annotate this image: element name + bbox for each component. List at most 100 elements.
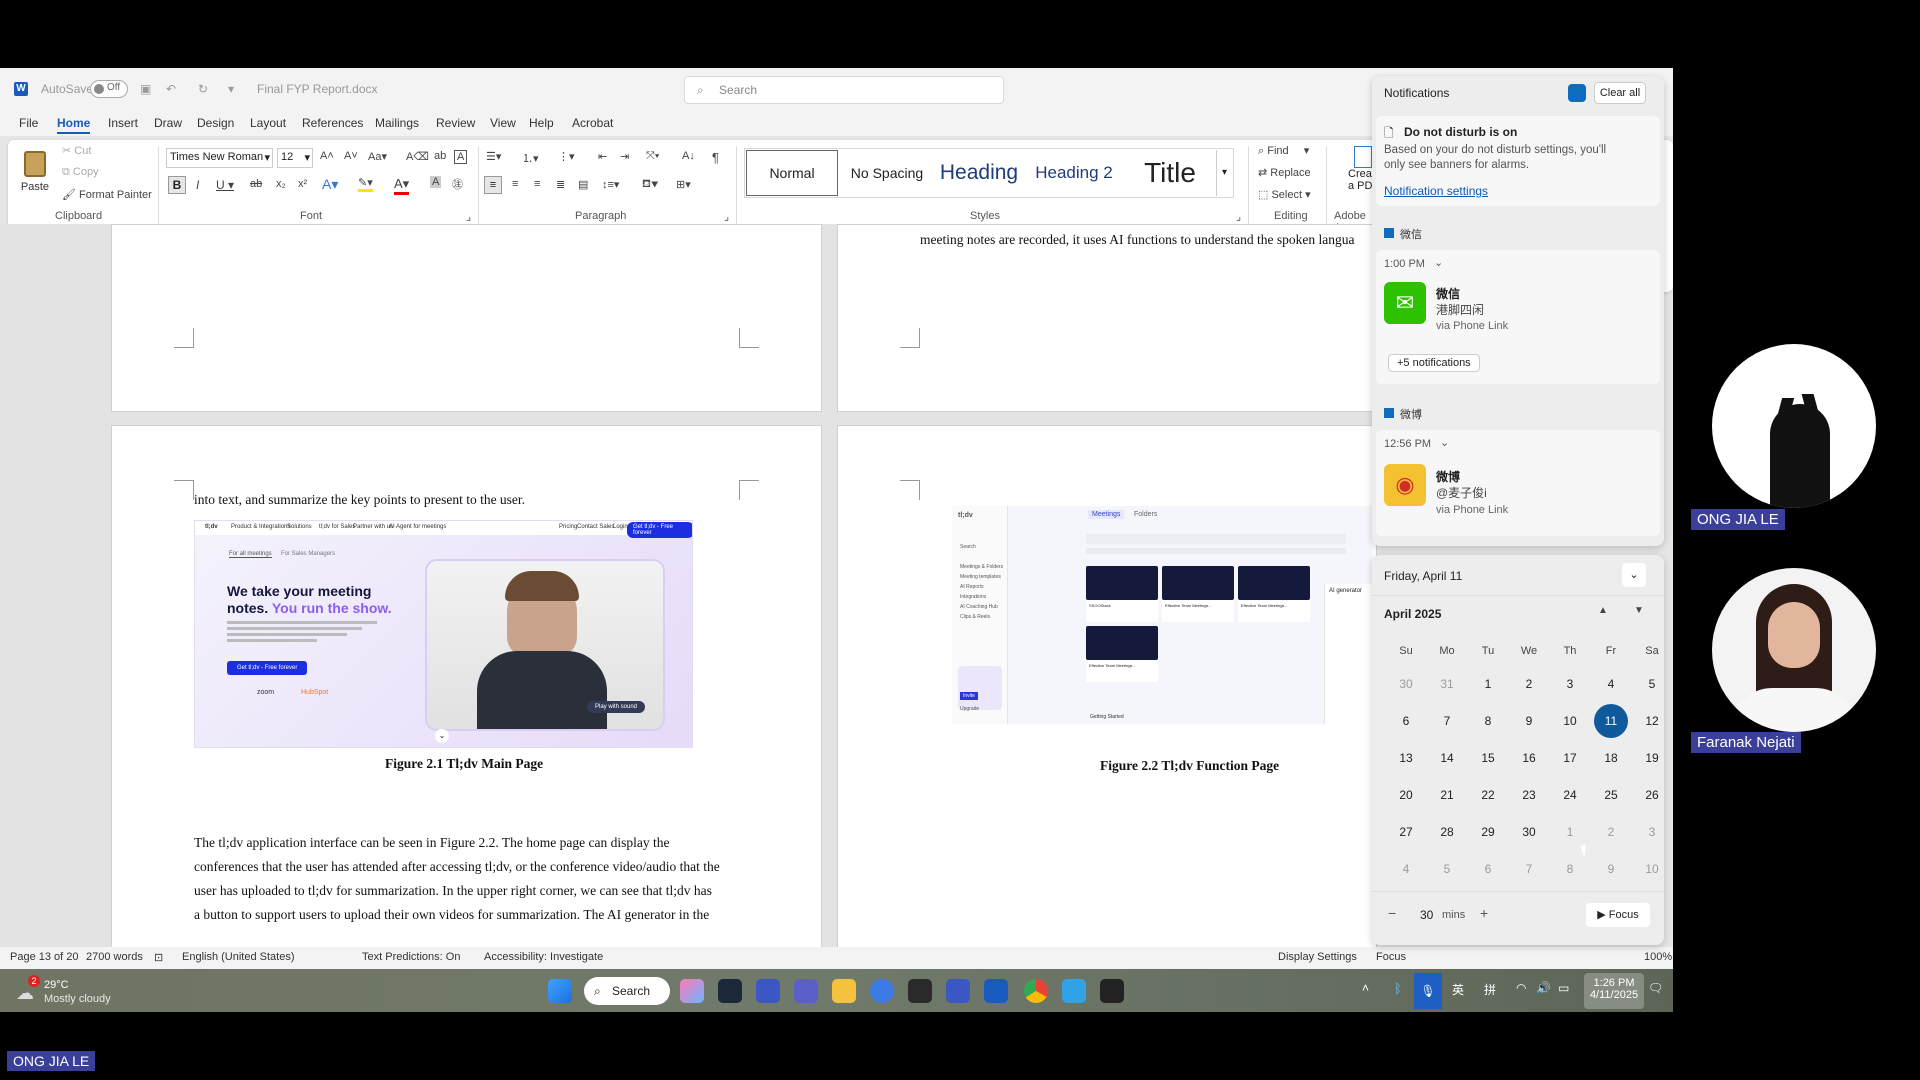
text-effects-icon[interactable]: A▾ xyxy=(322,176,338,193)
proofing-icon[interactable]: ⊡ xyxy=(154,951,163,964)
chevron-down-icon[interactable]: ⌄ xyxy=(1434,256,1443,269)
app2-icon[interactable] xyxy=(946,979,970,1003)
app-icon[interactable] xyxy=(756,979,780,1003)
bold-button[interactable]: B xyxy=(168,176,186,194)
calendar-day[interactable]: 28 xyxy=(1427,817,1467,847)
increase-indent-icon[interactable]: ⇥ xyxy=(620,150,629,163)
shading-bucket-icon[interactable]: ⛾▾ xyxy=(642,178,658,192)
calendar-month[interactable]: April 2025 xyxy=(1384,607,1441,621)
distributed-icon[interactable]: ▤ xyxy=(578,178,588,191)
align-left-icon[interactable]: ≡ xyxy=(484,176,502,194)
decrease-focus-time-button[interactable]: − xyxy=(1388,905,1396,921)
language-indicator[interactable]: English (United States) xyxy=(182,951,295,963)
calendar-day[interactable]: 20 xyxy=(1386,780,1426,810)
calendar-day[interactable]: 8 xyxy=(1550,854,1590,884)
wifi-icon[interactable]: ◠ xyxy=(1516,981,1526,995)
calendar-day[interactable]: 2 xyxy=(1591,817,1631,847)
calendar-day[interactable]: 6 xyxy=(1386,706,1426,736)
style-normal[interactable]: Normal xyxy=(746,150,838,196)
asian-layout-icon[interactable]: ⤧▾ xyxy=(646,150,659,163)
calendar-day[interactable]: 10 xyxy=(1632,854,1672,884)
weibo-notification[interactable]: 12:56 PM ⌄ ◉ 微博 @麦子俊i via Phone Link xyxy=(1376,430,1660,536)
chevron-down-icon[interactable]: ⌄ xyxy=(1440,436,1449,449)
calendar-day[interactable]: 13 xyxy=(1386,743,1426,773)
accessibility-status[interactable]: Accessibility: Investigate xyxy=(468,951,603,963)
replace-button[interactable]: ⇄ Replace xyxy=(1258,166,1311,179)
calendar-day[interactable]: 5 xyxy=(1632,669,1672,699)
focus-toggle-icon[interactable] xyxy=(1568,84,1586,102)
styles-dialog-icon[interactable]: ⌟ xyxy=(1236,210,1241,223)
calendar-day[interactable]: 2 xyxy=(1509,669,1549,699)
calendar-day[interactable]: 9 xyxy=(1591,854,1631,884)
calendar-day[interactable]: 12 xyxy=(1632,706,1672,736)
increase-focus-time-button[interactable]: + xyxy=(1480,905,1488,921)
calendar-day[interactable]: 4 xyxy=(1386,854,1426,884)
chevron-up-icon[interactable]: ˄ xyxy=(1362,981,1369,995)
focus-mode[interactable]: Focus xyxy=(1376,951,1406,963)
ime-mode[interactable]: 英 xyxy=(1452,981,1464,998)
calendar-day[interactable]: 14 xyxy=(1427,743,1467,773)
text-effects-box-icon[interactable]: ab xyxy=(434,150,446,162)
multilevel-list-icon[interactable]: ⋮▾ xyxy=(558,150,575,163)
copilot-icon[interactable] xyxy=(680,979,704,1003)
cut-button[interactable]: ✂ Cut xyxy=(62,144,91,157)
clear-formatting-icon[interactable]: A⌫ xyxy=(406,150,429,163)
character-border-icon[interactable]: A xyxy=(454,150,468,164)
show-marks-icon[interactable]: ¶ xyxy=(712,150,719,165)
focus-minutes-value[interactable]: 30 xyxy=(1420,908,1433,922)
display-settings[interactable]: Display Settings xyxy=(1278,951,1357,963)
style-no-spacing[interactable]: No Spacing xyxy=(842,150,932,196)
enclose-character-icon[interactable]: ㊟ xyxy=(452,176,463,192)
calendar-day[interactable]: 1 xyxy=(1550,817,1590,847)
calendar-day[interactable]: 16 xyxy=(1509,743,1549,773)
decrease-indent-icon[interactable]: ⇤ xyxy=(598,150,607,163)
weather-widget[interactable]: 2 ☁ 29°C Mostly cloudy xyxy=(14,975,124,1009)
calendar-day[interactable]: 7 xyxy=(1509,854,1549,884)
calendar-day-today[interactable]: 11 xyxy=(1591,706,1631,736)
steam-icon[interactable] xyxy=(718,979,742,1003)
subscript-button[interactable]: x₂ xyxy=(276,178,286,190)
taskbar-search[interactable]: ⌕ Search xyxy=(584,977,670,1005)
calendar-day[interactable]: 15 xyxy=(1468,743,1508,773)
clock[interactable]: 1:26 PM 4/11/2025 xyxy=(1584,973,1644,1009)
notification-bell-icon[interactable]: 🗨 xyxy=(1648,981,1663,995)
focus-button[interactable]: ▶ Focus xyxy=(1586,903,1650,927)
calendar-day[interactable]: 3 xyxy=(1632,817,1672,847)
superscript-button[interactable]: x² xyxy=(298,178,307,190)
text-predictions[interactable]: Text Predictions: On xyxy=(362,951,460,963)
calendar-day[interactable]: 30 xyxy=(1509,817,1549,847)
calendar-day[interactable]: 6 xyxy=(1468,854,1508,884)
file-explorer-icon[interactable] xyxy=(832,979,856,1003)
strikethrough-button[interactable]: ab xyxy=(250,178,262,190)
calendar-day[interactable]: 19 xyxy=(1632,743,1672,773)
font-name-select[interactable]: Times New Roman ▾ xyxy=(166,148,273,168)
start-icon[interactable] xyxy=(548,979,572,1003)
style-title[interactable]: Title xyxy=(1124,150,1216,196)
epic-games-icon[interactable] xyxy=(908,979,932,1003)
shading-icon[interactable]: A xyxy=(430,176,442,188)
calendar-day[interactable]: 26 xyxy=(1632,780,1672,810)
grow-font-icon[interactable]: A˄ xyxy=(320,150,334,162)
font-color-icon[interactable]: A▾ xyxy=(394,176,410,195)
calendar-day[interactable]: 9 xyxy=(1509,706,1549,736)
notepad-icon[interactable] xyxy=(1062,979,1086,1003)
calendar-day[interactable]: 10 xyxy=(1550,706,1590,736)
wechat-notification[interactable]: 1:00 PM ⌄ ✉ 微信 港脚四闲 via Phone Link +5 no… xyxy=(1376,250,1660,384)
align-right-icon[interactable]: ≡ xyxy=(534,178,540,190)
find-button[interactable]: ⌕ Find ▾ xyxy=(1258,144,1309,158)
bluetooth-icon[interactable]: ᛒ xyxy=(1394,981,1402,996)
page-count[interactable]: Page 13 of 20 xyxy=(10,951,79,963)
justify-icon[interactable]: ≣ xyxy=(556,178,565,191)
shrink-font-icon[interactable]: A˅ xyxy=(344,150,358,162)
borders-icon[interactable]: ⊞▾ xyxy=(676,178,691,191)
numbering-icon[interactable]: ⒈▾ xyxy=(522,150,539,166)
highlight-color-icon[interactable]: ✎▾ xyxy=(358,176,373,192)
microphone-icon[interactable]: 🎙 xyxy=(1414,973,1442,1009)
calendar-day[interactable]: 18 xyxy=(1591,743,1631,773)
font-size-select[interactable]: 12 ▾ xyxy=(277,148,313,168)
calendar-day[interactable]: 8 xyxy=(1468,706,1508,736)
copy-button[interactable]: ⧉ Copy xyxy=(62,166,99,179)
calendar-day[interactable]: 1 xyxy=(1468,669,1508,699)
sort-icon[interactable]: A↓ xyxy=(682,150,695,162)
teams-icon[interactable] xyxy=(794,979,818,1003)
